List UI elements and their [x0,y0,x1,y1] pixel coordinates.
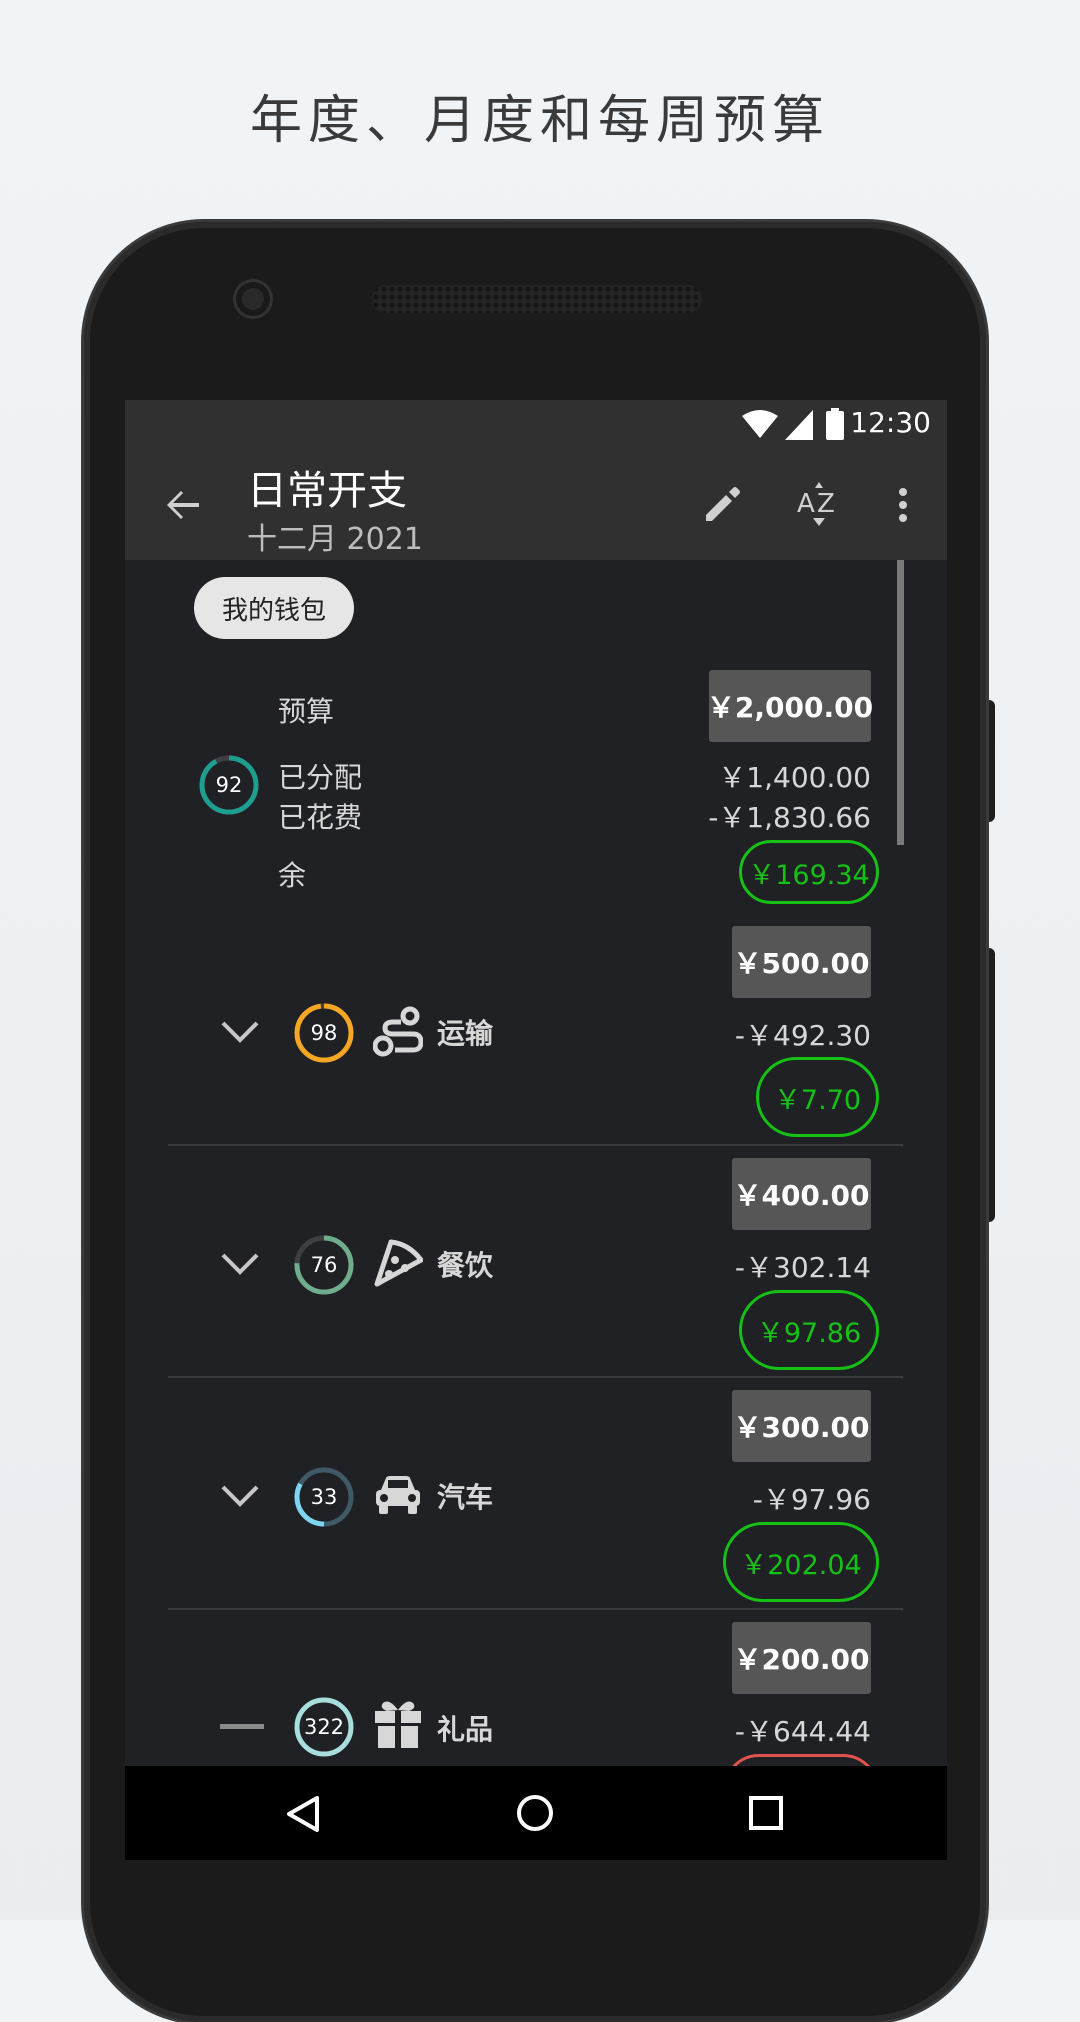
category-budget-button[interactable]: ￥200.00 [732,1622,871,1694]
total-progress-value: 92 [215,773,243,797]
nav-recents-icon[interactable] [748,1795,784,1831]
sort-az-icon: A Z [797,482,835,526]
remaining-label: 余 [278,859,307,892]
wifi-icon [742,410,778,438]
category-budget-button[interactable]: ￥500.00 [732,926,871,998]
app-screen: 12:30 日常开支 十二月 2021 A Z 我的钱包 预算 ￥2,000.0… [125,400,947,1860]
category-spent: -￥302.14 [734,1251,871,1284]
category-budget-button[interactable]: ￥400.00 [732,1158,871,1230]
arrow-back-icon [167,491,199,519]
progress-value: 98 [310,1021,338,1045]
chevron-down-icon[interactable] [220,1484,260,1508]
nav-back-icon[interactable] [285,1794,321,1834]
category-budget-button[interactable]: ￥300.00 [732,1390,871,1462]
budget-content: 我的钱包 预算 ￥2,000.00 92 已分配 ￥1,400.00 已花费 -… [125,560,947,1834]
status-time: 12:30 [850,406,931,439]
sort-button[interactable]: A Z [789,475,849,535]
app-bar: 日常开支 十二月 2021 A Z [125,450,947,560]
spent-label: 已花费 [278,801,363,834]
category-name: 汽车 [437,1481,494,1514]
gift-icon [375,1701,421,1748]
category-name: 餐饮 [437,1249,494,1282]
page-title: 日常开支 [247,468,407,514]
status-bar: 12:30 [125,400,947,450]
row-divider [168,1608,903,1610]
category-name: 礼品 [437,1713,494,1746]
total-budget-button[interactable]: ￥2,000.00 [707,670,873,742]
car-icon [376,1476,420,1514]
category-spent: -￥644.44 [734,1715,871,1748]
battery-icon [826,408,844,440]
chevron-down-icon[interactable] [220,1020,260,1044]
category-remaining: ￥7.70 [756,1057,879,1137]
category-spent: -￥492.30 [734,1019,871,1052]
collapse-dash-icon[interactable] [220,1724,264,1729]
progress-value: 322 [303,1715,345,1739]
more-vertical-icon [899,488,907,522]
category-remaining: ￥202.04 [723,1522,879,1602]
allocated-label: 已分配 [278,761,363,794]
pencil-icon [706,487,740,521]
cellular-signal-icon [785,410,813,440]
category-remaining: ￥97.86 [739,1290,879,1370]
allocated-value: ￥1,400.00 [718,761,871,794]
svg-text:Z: Z [817,489,835,519]
svg-text:A: A [797,489,815,519]
back-button[interactable] [153,475,213,535]
edit-button[interactable] [692,475,752,535]
front-camera [236,282,270,316]
wallet-chip[interactable]: 我的钱包 [194,577,354,639]
route-icon [373,1006,423,1057]
budget-label: 预算 [278,695,335,728]
spent-value: -￥1,830.66 [708,801,871,834]
row-divider [168,1144,903,1146]
pizza-icon [374,1239,423,1287]
progress-value: 33 [310,1485,338,1509]
system-nav-bar [125,1766,947,1860]
chevron-down-icon[interactable] [220,1252,260,1276]
more-options-button[interactable] [873,475,933,535]
page-subtitle: 十二月 2021 [247,522,423,557]
progress-value: 76 [310,1253,338,1277]
row-divider [168,1376,903,1378]
headline: 年度、月度和每周预算 [249,91,830,151]
remaining-badge: ￥169.34 [739,840,879,904]
nav-home-icon[interactable] [515,1793,555,1833]
earpiece-speaker [372,285,702,313]
category-name: 运输 [437,1017,494,1050]
category-spent: -￥97.96 [752,1483,871,1516]
